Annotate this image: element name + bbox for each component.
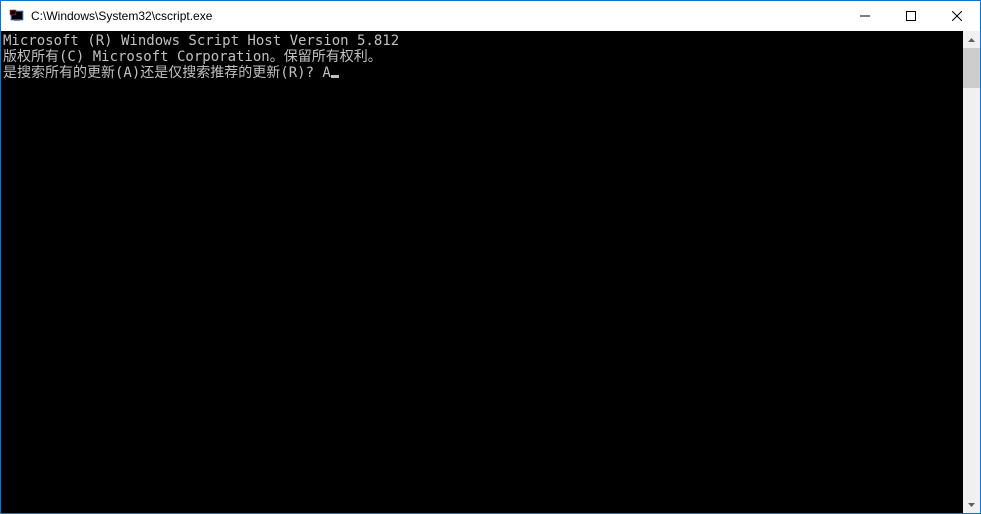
console-line: Microsoft (R) Windows Script Host Versio… — [3, 33, 963, 49]
text-cursor — [331, 75, 339, 78]
app-window: C:\Windows\System32\cscript.exe Microsof — [0, 0, 981, 514]
close-button[interactable] — [934, 1, 980, 31]
scroll-down-button[interactable] — [963, 496, 980, 513]
app-icon — [9, 8, 25, 24]
maximize-button[interactable] — [888, 1, 934, 31]
close-icon — [952, 11, 962, 21]
scroll-up-button[interactable] — [963, 31, 980, 48]
minimize-icon — [860, 11, 870, 21]
scroll-track[interactable] — [963, 48, 980, 496]
chevron-up-icon — [968, 38, 975, 42]
chevron-down-icon — [968, 503, 975, 507]
scroll-thumb[interactable] — [963, 48, 980, 88]
console-prompt-text: 是搜索所有的更新(A)还是仅搜索推荐的更新(R)? A — [3, 65, 331, 81]
window-title: C:\Windows\System32\cscript.exe — [31, 9, 842, 23]
minimize-button[interactable] — [842, 1, 888, 31]
window-controls — [842, 1, 980, 31]
console-content[interactable]: Microsoft (R) Windows Script Host Versio… — [1, 31, 963, 513]
maximize-icon — [906, 11, 916, 21]
console-area: Microsoft (R) Windows Script Host Versio… — [1, 31, 980, 513]
vertical-scrollbar[interactable] — [963, 31, 980, 513]
titlebar[interactable]: C:\Windows\System32\cscript.exe — [1, 1, 980, 31]
console-line: 是搜索所有的更新(A)还是仅搜索推荐的更新(R)? A — [3, 65, 963, 81]
console-line: 版权所有(C) Microsoft Corporation。保留所有权利。 — [3, 49, 963, 65]
